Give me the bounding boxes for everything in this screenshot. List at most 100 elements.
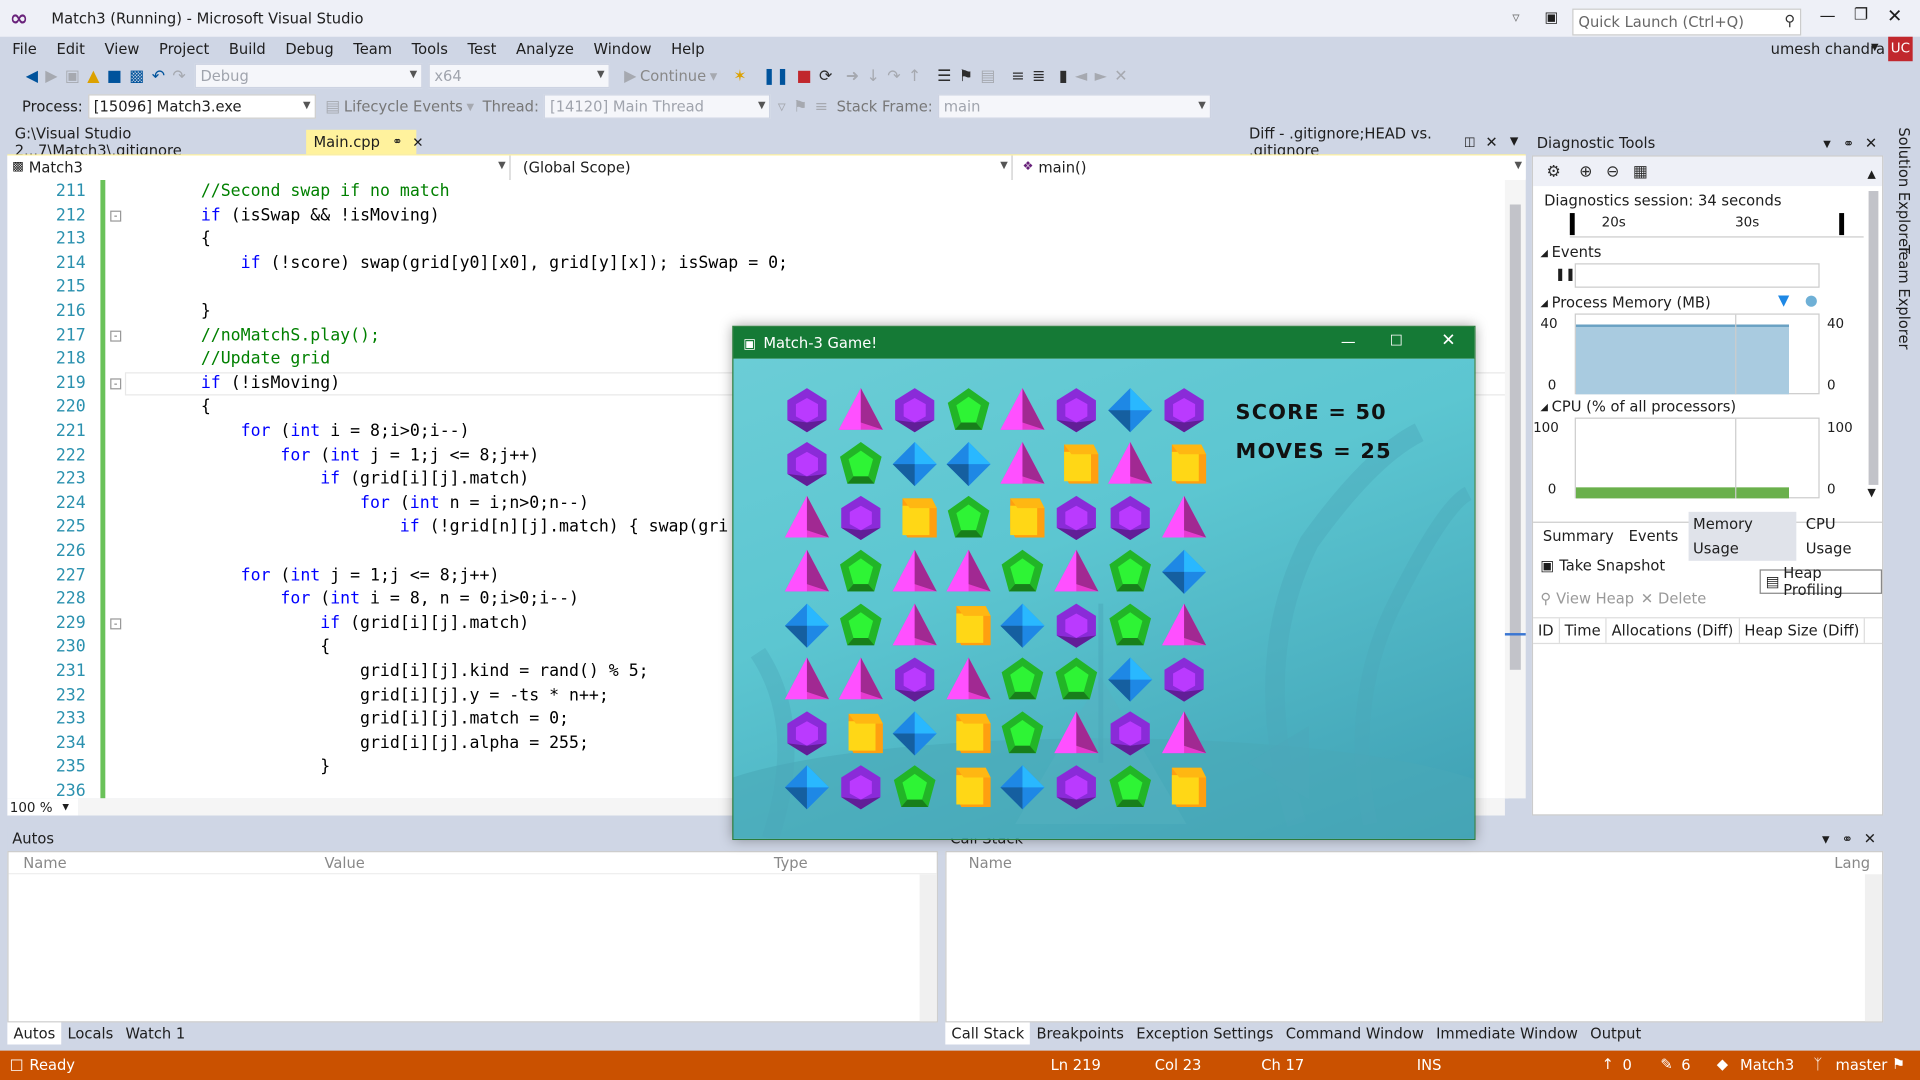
code-line[interactable]: } — [201, 301, 211, 321]
comment-icon[interactable]: ≡ — [1011, 67, 1024, 85]
cpu-graph[interactable] — [1574, 417, 1820, 499]
gem-purple[interactable] — [836, 763, 885, 812]
restore-button[interactable]: ❐ — [1854, 6, 1868, 24]
gem-pink[interactable] — [1160, 709, 1209, 758]
status-repo[interactable]: Match3 — [1740, 1057, 1794, 1074]
menu-help[interactable]: Help — [661, 37, 714, 61]
gem-blue[interactable] — [998, 601, 1047, 650]
vertical-scrollbar[interactable] — [1504, 180, 1526, 799]
gem-purple[interactable] — [1106, 709, 1155, 758]
panel-pin-icon[interactable]: ⚭ — [1843, 135, 1854, 151]
menu-view[interactable]: View — [95, 37, 149, 61]
process-select[interactable]: [15096] Match3.exe ▼ — [87, 94, 316, 119]
collapse-toggle-icon[interactable]: - — [110, 378, 122, 390]
gem-pink[interactable] — [998, 386, 1047, 435]
code-line[interactable]: if (isSwap && !isMoving) — [201, 205, 440, 225]
code-line[interactable]: for (int j = 1;j <= 8;j++) — [241, 565, 500, 585]
menu-build[interactable]: Build — [219, 37, 275, 61]
step-into-icon[interactable]: ↓ — [867, 67, 880, 85]
back-icon[interactable]: ◀ — [26, 67, 38, 85]
branch-icon[interactable]: ᛉ — [1813, 1056, 1822, 1073]
gem-pink[interactable] — [1052, 709, 1101, 758]
snapshot-col[interactable]: Time — [1560, 618, 1607, 643]
gem-green[interactable] — [836, 547, 885, 596]
project-select[interactable]: ▩ Match3 ▼ — [7, 154, 510, 180]
gem-blue[interactable] — [1106, 386, 1155, 435]
autos-col-type[interactable]: Type — [774, 855, 808, 872]
code-line[interactable]: for (int i = 8, n = 0;i>0;i--) — [280, 589, 579, 609]
heap-profiling-button[interactable]: ▤ Heap Profiling — [1759, 564, 1883, 599]
collapse-toggle-icon[interactable]: - — [110, 210, 122, 222]
lifecycle-icon[interactable]: ▤ — [325, 97, 340, 115]
forward-icon[interactable]: ▶ — [45, 67, 57, 85]
prev-bookmark-icon[interactable]: ◄ — [1075, 67, 1087, 85]
thread-filter-icon[interactable]: ▤ — [980, 67, 995, 85]
push-icon[interactable]: ↑ — [1602, 1056, 1614, 1073]
autos-scrollbar[interactable] — [919, 874, 937, 1022]
gem-green[interactable] — [1052, 655, 1101, 704]
code-line[interactable]: grid[i][j].alpha = 255; — [360, 733, 589, 753]
gem-orange[interactable] — [1160, 763, 1209, 812]
menu-tools[interactable]: Tools — [402, 37, 458, 61]
tab-exception-settings[interactable]: Exception Settings — [1130, 1022, 1280, 1044]
pause-icon[interactable]: ❚❚ — [763, 67, 790, 85]
gem-blue[interactable] — [890, 709, 939, 758]
gem-orange[interactable] — [890, 493, 939, 542]
callstack-col-name[interactable]: Name — [969, 855, 1012, 872]
game-maximize-button[interactable]: ☐ — [1390, 332, 1403, 349]
gem-orange[interactable] — [1160, 440, 1209, 489]
code-line[interactable]: if (grid[i][j].match) — [320, 613, 529, 633]
notifications-icon[interactable]: ⚑ — [1892, 1056, 1905, 1073]
events-section-header[interactable]: ◢ Events — [1540, 244, 1601, 261]
gem-purple[interactable] — [1052, 763, 1101, 812]
tab-locals[interactable]: Locals — [61, 1022, 119, 1044]
feedback-icon[interactable]: ▣ — [1540, 6, 1562, 28]
code-line[interactable]: } — [320, 757, 330, 777]
snapshot-col[interactable]: ID — [1533, 618, 1560, 643]
code-line[interactable]: for (int n = i;n>0;n--) — [360, 493, 589, 513]
code-line[interactable]: //Update grid — [201, 349, 330, 369]
clear-bookmarks-icon[interactable]: ✕ — [1114, 67, 1127, 85]
gem-purple[interactable] — [1052, 601, 1101, 650]
cpu-section-header[interactable]: ◢ CPU (% of all processors) — [1540, 398, 1736, 415]
tab-autos[interactable]: Autos — [7, 1022, 62, 1045]
tab-diff-preview[interactable]: Diff - .gitignore;HEAD vs. .gitignore ◫ … — [1242, 125, 1526, 159]
menu-file[interactable]: File — [2, 37, 46, 61]
gem-blue[interactable] — [890, 440, 939, 489]
close-tab-icon[interactable]: ✕ — [412, 134, 423, 150]
tab-main-cpp[interactable]: Main.cpp ⚭ ✕ — [306, 129, 424, 155]
gem-green[interactable] — [836, 440, 885, 489]
member-select[interactable]: ❖ main() ▼ — [1011, 154, 1526, 180]
pencil-icon[interactable]: ✎ — [1660, 1056, 1672, 1073]
game-window[interactable]: ▣ Match-3 Game! — ☐ ✕ SCORE = 50 MOVES =… — [732, 325, 1476, 841]
diag-tab-memory-usage[interactable]: Memory Usage — [1688, 511, 1796, 561]
gem-orange[interactable] — [1052, 440, 1101, 489]
tab-immediate-window[interactable]: Immediate Window — [1430, 1022, 1584, 1044]
panel-dropdown-icon[interactable]: ▼ — [1823, 138, 1831, 149]
menu-analyze[interactable]: Analyze — [506, 37, 584, 61]
settings-gear-icon[interactable]: ⚙ — [1547, 162, 1561, 180]
gem-blue[interactable] — [782, 601, 831, 650]
tab-call-stack[interactable]: Call Stack — [945, 1022, 1031, 1045]
gem-pink[interactable] — [782, 547, 831, 596]
tab-list-dropdown-icon[interactable]: ▼ — [1510, 136, 1518, 148]
autos-col-value[interactable]: Value — [324, 855, 364, 872]
undo-icon[interactable]: ↶ — [152, 67, 165, 85]
game-minimize-button[interactable]: — — [1341, 333, 1356, 350]
tab-breakpoints[interactable]: Breakpoints — [1030, 1022, 1130, 1044]
step-over-icon[interactable]: ↷ — [887, 67, 900, 85]
code-line[interactable]: //noMatchS.play(); — [201, 325, 380, 345]
gem-purple[interactable] — [1052, 386, 1101, 435]
save-icon[interactable]: ■ — [107, 67, 122, 85]
gem-pink[interactable] — [1160, 601, 1209, 650]
show-next-statement-icon[interactable]: ➜ — [846, 67, 859, 85]
code-line[interactable]: if (!isMoving) — [201, 373, 340, 393]
gem-pink[interactable] — [890, 547, 939, 596]
code-line[interactable]: if (!grid[n][j].match) { swap(gri — [400, 517, 728, 537]
stop-icon[interactable]: ■ — [797, 67, 812, 85]
menu-window[interactable]: Window — [584, 37, 662, 61]
gem-pink[interactable] — [782, 655, 831, 704]
gem-blue[interactable] — [1160, 547, 1209, 596]
gem-blue[interactable] — [944, 440, 993, 489]
thread-flag2-icon[interactable]: ⚑ — [793, 97, 807, 115]
